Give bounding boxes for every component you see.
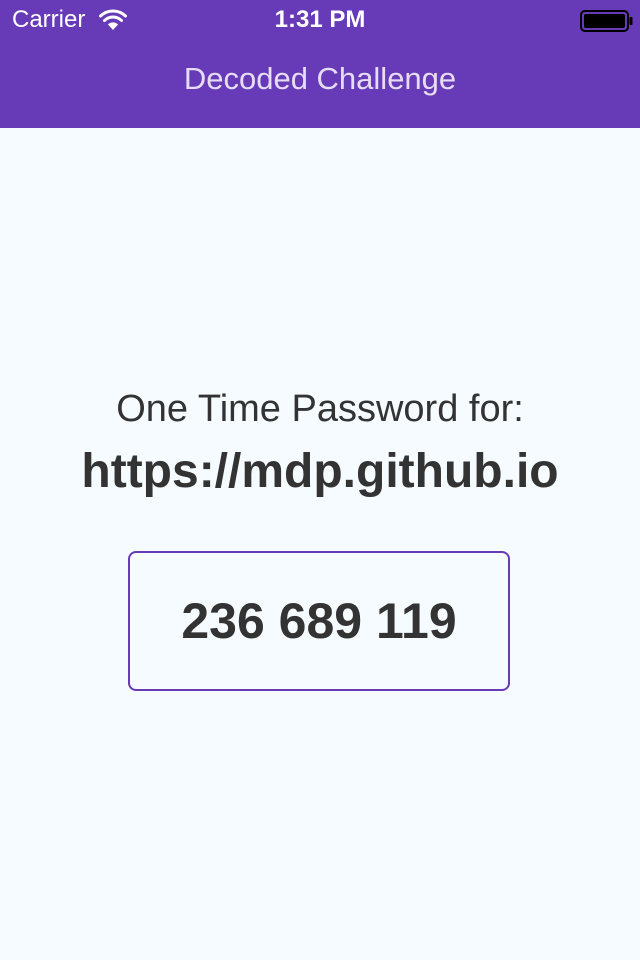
app-header: Carrier 1:31 PM Decoded Challenge	[0, 0, 640, 128]
otp-label: One Time Password for:	[116, 388, 524, 430]
otp-code: 236 689 119	[181, 593, 457, 649]
battery-full-icon	[580, 10, 633, 32]
status-time: 1:31 PM	[274, 6, 366, 33]
main-content: One Time Password for: https://mdp.githu…	[0, 128, 640, 960]
otp-site-url: https://mdp.github.io	[81, 445, 559, 498]
page-title: Decoded Challenge	[183, 61, 457, 96]
status-bar: Carrier 1:31 PM	[0, 0, 640, 40]
otp-code-box[interactable]: 236 689 119	[128, 551, 510, 691]
